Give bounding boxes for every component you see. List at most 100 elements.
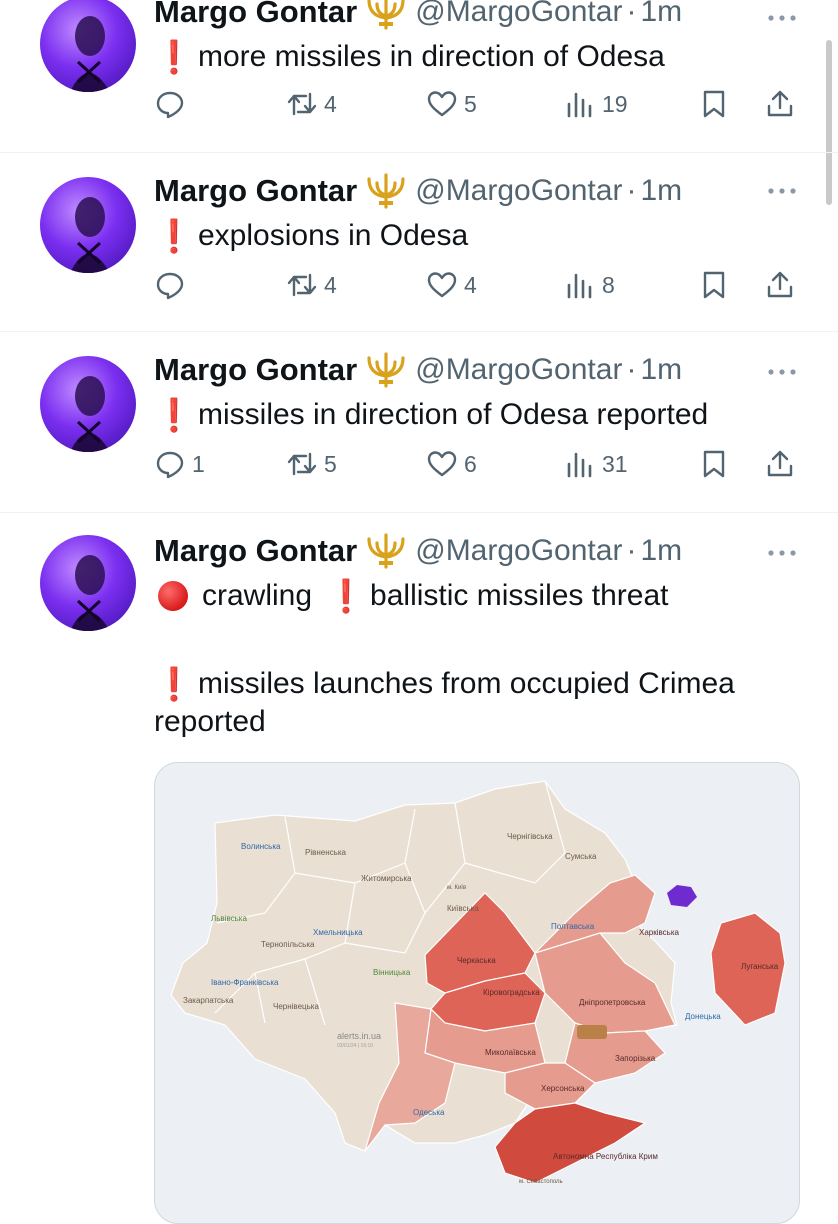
region-label: Закарпатська [183,996,234,1005]
timestamp[interactable]: 1m [640,174,682,208]
share-icon [767,271,793,298]
tweet[interactable]: Margo Gontar @MargoGontar · 1m ❗ explosio… [0,153,838,332]
reply-button[interactable] [154,269,192,301]
region-label: Луганська [741,962,779,971]
reply-button[interactable] [154,88,192,120]
like-button[interactable]: 6 [426,448,477,480]
author-handle[interactable]: @MargoGontar [415,353,622,387]
share-icon [767,90,793,117]
share-button[interactable] [764,88,796,120]
tweet[interactable]: Margo Gontar @MargoGontar · 1m ❗ missiles… [0,332,838,513]
trident-emoji-icon [367,0,405,30]
retweet-button[interactable]: 4 [286,269,337,301]
timestamp[interactable]: 1m [640,534,682,568]
more-options-icon[interactable] [764,8,800,28]
map-watermark-timestamp: 03/01/24 | 16:10 [337,1043,373,1049]
region-label: Черкаська [457,956,496,965]
tweet-text-line: more missiles in direction of Odesa [198,40,665,73]
views-icon [567,452,592,478]
trident-emoji-icon [367,352,405,388]
author-name[interactable]: Margo Gontar [154,352,357,388]
heart-icon [427,451,457,477]
retweet-icon [287,273,317,297]
views-button[interactable]: 31 [564,448,628,480]
avatar[interactable] [40,356,136,452]
tweet-text-line: reported [154,705,266,738]
reply-button[interactable]: 1 [154,448,205,480]
like-count: 4 [464,271,477,298]
region-label: Житомирська [361,874,412,883]
like-button[interactable]: 5 [426,88,477,120]
region-label: м. Київ [447,885,466,891]
region-label: Полтавська [551,922,595,931]
timestamp[interactable]: 1m [640,0,682,29]
like-count: 6 [464,450,477,477]
region-label: Чернівецька [273,1002,319,1011]
region-label: Київська [447,904,479,913]
timestamp[interactable]: 1m [640,353,682,387]
avatar[interactable] [40,177,136,273]
views-button[interactable]: 19 [564,88,628,120]
author-handle[interactable]: @MargoGontar [415,0,622,29]
reply-count: 1 [192,450,205,477]
region-label: Івано-Франківська [211,978,279,987]
more-options-icon[interactable] [764,181,800,201]
avatar[interactable] [40,0,136,92]
like-count: 5 [464,90,477,117]
exclamation-emoji-icon: ❗ [326,578,366,614]
author-handle[interactable]: @MargoGontar [415,174,622,208]
separator: · [626,0,637,28]
map-image-card[interactable]: Волинська Рівненська Житомирська Чернігі… [154,762,800,1224]
avatar[interactable] [40,535,136,631]
region-label: Кіровоградська [483,988,540,997]
tweet-header: Margo Gontar @MargoGontar · 1m [154,171,682,211]
share-button[interactable] [764,269,796,301]
map-watermark: alerts.in.ua [337,1031,381,1041]
region-label: Волинська [241,842,281,851]
retweet-count: 4 [324,90,337,117]
tweet-text: crawling ❗ ballistic missiles threat ❗ mi… [154,577,735,741]
region-label: Львівська [211,914,247,923]
retweet-icon [287,92,317,116]
more-options-icon[interactable] [764,543,800,563]
bookmark-button[interactable] [698,448,730,480]
tweet-text-line: missiles launches from occupied Crimea [198,667,735,700]
region-label: Харківська [639,928,680,937]
retweet-button[interactable]: 4 [286,88,337,120]
views-button[interactable]: 8 [564,269,615,301]
bookmark-button[interactable] [698,88,730,120]
tweet[interactable]: Margo Gontar @MargoGontar · 1m ❗ more mis… [0,0,838,153]
more-options-icon[interactable] [764,362,800,382]
tweet-text: ❗ explosions in Odesa [154,217,468,255]
tweet-text-line: missiles in direction of Odesa reported [198,398,709,431]
trident-emoji-icon [367,173,405,209]
region-label: Миколаївська [485,1048,536,1057]
author-name[interactable]: Margo Gontar [154,533,357,569]
share-icon [767,450,793,477]
bookmark-button[interactable] [698,269,730,301]
view-count: 8 [602,271,615,298]
bookmark-icon [703,90,725,118]
author-name[interactable]: Margo Gontar [154,0,357,30]
tweet-text-segment: ballistic missiles threat [370,579,669,612]
separator: · [626,174,637,207]
region-label: Сумська [565,852,597,861]
like-button[interactable]: 4 [426,269,477,301]
view-count: 31 [602,450,628,477]
tweet-text: ❗ more missiles in direction of Odesa [154,38,665,76]
tweet-actions: 4 4 8 [154,269,804,309]
region-label: м. Севастополь [519,1179,563,1185]
share-button[interactable] [764,448,796,480]
avatar-photo [70,197,110,273]
retweet-button[interactable]: 5 [286,448,337,480]
author-name[interactable]: Margo Gontar [154,173,357,209]
author-handle[interactable]: @MargoGontar [415,534,622,568]
region-label: Запорізька [615,1054,656,1063]
tweet-text-segment: crawling [202,579,313,612]
tweet-text-line: explosions in Odesa [198,219,469,252]
region-label: Херсонська [541,1084,585,1093]
region-label: Автономна Республіка Крим [553,1152,658,1161]
region-label: Дніпропетровська [579,998,646,1007]
separator: · [626,353,637,386]
avatar-photo [70,555,110,631]
